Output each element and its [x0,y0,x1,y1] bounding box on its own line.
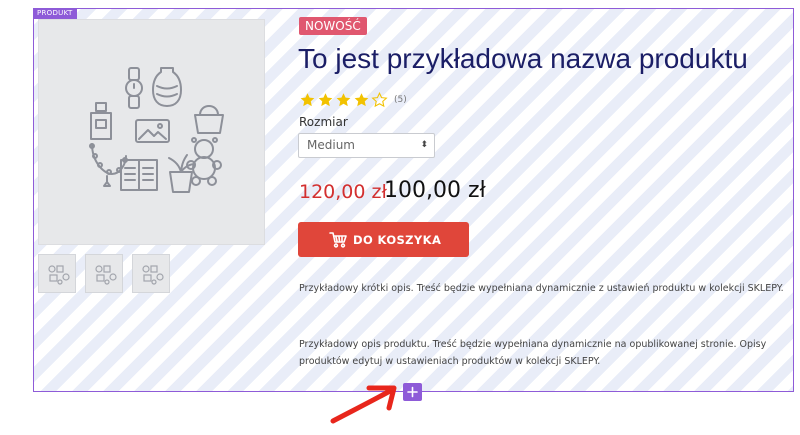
short-description: Przykładowy krótki opis. Treść będzie wy… [299,283,784,294]
size-label: Rozmiar [299,115,348,129]
old-price: 120,00 zł [299,181,387,203]
star-icon [300,93,315,107]
star-icon [318,93,333,107]
add-to-cart-button[interactable]: DO KOSZYKA [298,222,469,257]
add-section-button[interactable] [403,383,422,401]
star-icon [354,93,369,107]
product-placeholder-icon [48,265,70,285]
new-badge: NOWOŚĆ [299,17,367,35]
product-main-image[interactable] [38,19,265,245]
product-placeholder-icon [142,265,164,285]
red-arrow-icon [330,385,397,424]
star-icon [336,93,351,107]
product-thumbnail[interactable] [38,254,76,293]
rating-count: (5) [394,95,407,105]
section-type-label: PRODUKT [33,8,77,19]
star-outline-icon [371,92,388,108]
select-caret-icon: ⬍ [420,140,428,150]
current-price: 100,00 zł [384,178,486,203]
add-to-cart-label: DO KOSZYKA [353,233,442,247]
product-thumbnail[interactable] [85,254,123,293]
plus-icon [407,386,418,398]
cart-icon [329,232,347,248]
product-description: Przykładowy opis produktu. Treść będzie … [299,339,767,367]
product-thumbnail[interactable] [132,254,170,293]
size-select[interactable]: Medium ⬍ [298,133,435,158]
product-placeholder-icon [95,265,117,285]
size-selected-value: Medium [307,138,355,152]
product-placeholder-icon [89,67,224,193]
product-title: To jest przykładowa nazwa produktu [298,43,748,74]
